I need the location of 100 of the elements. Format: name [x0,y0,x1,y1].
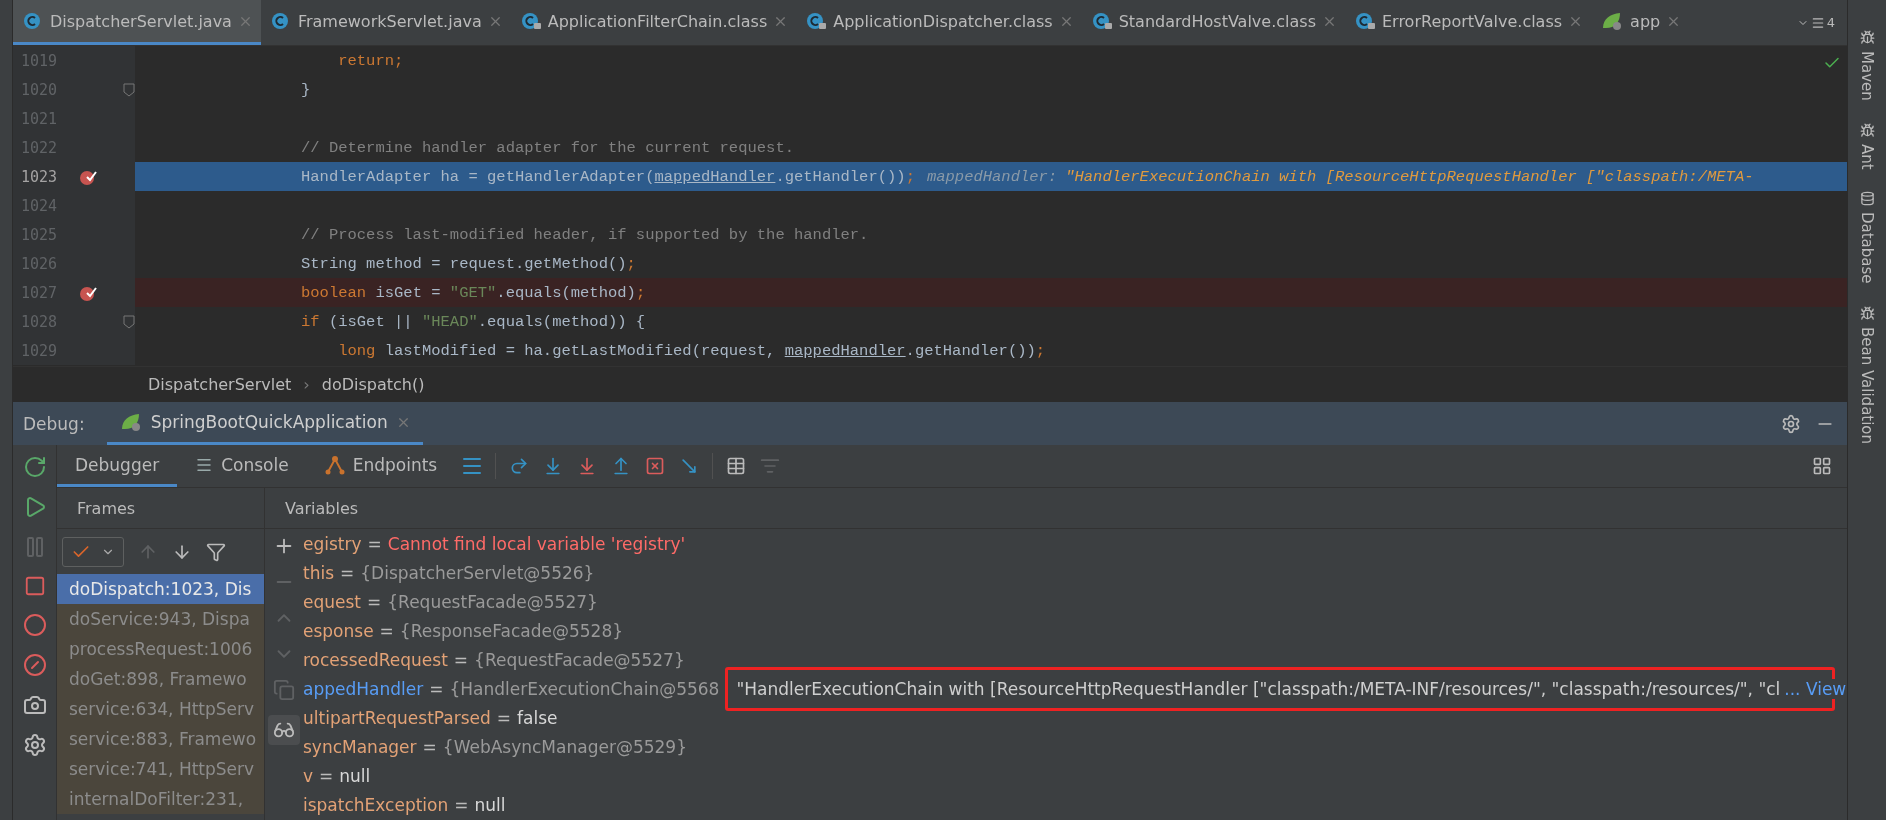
variable-value: false [517,707,558,728]
bug-icon[interactable] [1859,30,1875,45]
variable-name: esponse [303,620,374,641]
variable-name: appedHandler [303,678,424,699]
filter-icon[interactable] [206,541,226,562]
session-tab[interactable]: SpringBootQuickApplication [106,402,423,445]
class-icon [1090,10,1113,32]
fold-icon[interactable] [123,82,135,97]
mute-breakpoints-icon[interactable] [22,653,47,677]
equals-sign: = [379,620,394,641]
variable-value: {DispatcherServlet@5526} [360,562,595,583]
stack-frame[interactable]: doService:943, Dispa [57,604,264,634]
breadcrumb[interactable]: doDispatch() [321,375,425,394]
variable-value: null [339,765,371,786]
tool-window-label[interactable]: Bean Validation [1858,327,1876,445]
tab-count[interactable]: 4 [1826,15,1835,30]
stop-icon[interactable] [23,575,46,597]
equals-sign: = [454,794,469,815]
editor-tab[interactable]: ErrorReportValve.class [1345,0,1592,45]
code-text: // Determine handler adapter for the current request. [301,138,794,157]
debugger-tab[interactable]: Debugger [57,445,178,487]
code-text: HandlerAdapter ha = getHandlerAdapter(mappedHandler.getHandler()); [301,167,915,186]
editor-tab[interactable]: FrameworkServlet.java [260,0,511,45]
inline-hint-label: mappedHandler: [926,167,1058,186]
variable-value: {HandlerExecutionChain@5568 [449,678,720,699]
editor-tab[interactable]: ApplicationFilterChain.class [510,0,797,45]
variable-name: this [303,562,335,583]
variable-name: ultipartRequestParsed [303,707,491,728]
list-icon[interactable] [1810,15,1825,30]
stack-frame[interactable]: internalDoFilter:231, [57,784,264,814]
thread-dropdown[interactable] [62,536,124,567]
variable-name: v [303,765,314,786]
editor-tab[interactable]: DispatcherServlet.java [13,0,261,45]
rerun-icon[interactable] [22,455,47,479]
equals-sign: = [340,562,355,583]
settings-icon[interactable] [1781,413,1801,434]
debugger-tab[interactable]: Console [177,445,307,487]
stack-frame[interactable]: service:634, HttpServ [57,694,264,724]
variable-value: Cannot find local variable 'registry' [387,533,686,554]
editor-tab[interactable]: ApplicationDispatcher.class [796,0,1082,45]
class-icon [805,10,828,32]
fold-icon[interactable] [123,314,135,329]
class-icon [1354,10,1376,32]
panel-label: Debug: [23,413,85,434]
view-link[interactable]: ... View [1784,678,1849,699]
copy-icon[interactable] [273,679,295,701]
settings-icon[interactable] [22,733,47,757]
code-text: return; [337,51,404,70]
variable-name: egistry [303,533,362,554]
editor-tab[interactable]: app [1591,0,1690,45]
variable-value: {RequestFacade@5527} [474,649,685,670]
drop-frame-icon[interactable] [645,456,666,476]
variable-name: equest [303,591,361,612]
camera-icon[interactable] [22,693,47,717]
variable-name: syncManager [303,736,417,757]
panel-title: Variables [265,488,1847,529]
tool-window-label[interactable]: Maven [1858,51,1876,101]
equals-sign: = [319,765,334,786]
trace-icon[interactable] [760,456,781,476]
breakpoints-icon[interactable] [22,613,47,637]
variable-value: {ResponseFacade@5528} [399,620,624,641]
debugger-tab[interactable]: Endpoints [306,445,456,487]
evaluate-icon[interactable] [726,456,747,476]
equals-sign: = [453,649,469,670]
code-text: boolean isGet = "GET".equals(method); [301,283,646,302]
breadcrumb-separator: › [303,375,310,394]
variable-value: {WebAsyncManager@5529} [442,736,687,757]
database-icon[interactable] [1859,191,1875,207]
variable-value: null [474,794,506,815]
editor-tab[interactable]: StandardHostValve.class [1081,0,1345,45]
equals-sign: = [422,736,437,757]
stack-frame[interactable]: service:741, HttpServ [57,754,264,784]
equals-sign: = [367,533,382,554]
stack-frame[interactable]: doDispatch:1023, Dis [57,574,264,604]
stack-frame[interactable]: service:883, Framewo [57,724,264,754]
code-text: String method = request.getMethod(); [301,254,636,273]
code-text: // Process last-modified header, if supported by the handler. [301,225,869,244]
glasses-icon[interactable] [268,715,300,745]
code-text: long lastModified = ha.getLastModified(request, mappedHandler.getHandler()); [337,341,1046,360]
tool-window-label[interactable]: Ant [1858,143,1876,170]
tool-window-label[interactable]: Database [1858,212,1876,284]
bug-icon[interactable] [1859,306,1875,321]
step-over-icon[interactable] [509,456,530,476]
equals-sign: = [429,678,444,699]
code-text: } [301,80,311,99]
stack-frame[interactable]: processRequest:1006 [57,634,264,664]
variable-value: {RequestFacade@5527} [387,591,598,612]
class-icon [519,10,542,32]
line-number: 1023 [20,167,59,186]
bug-icon[interactable] [1859,122,1875,138]
equals-sign: = [496,707,512,728]
equals-sign: = [367,591,382,612]
panel-title: Frames [57,488,264,529]
stack-frame[interactable]: doGet:898, Framewo [57,664,264,694]
nodes-icon [324,454,345,475]
breadcrumb[interactable]: DispatcherServlet [148,375,292,394]
layout-icon[interactable] [1812,456,1832,476]
variable-name: ispatchException [303,794,449,815]
inline-hint-value: "HandlerExecutionChain with [ResourceHttpRequestHandler ["classpath:/META- [1065,167,1754,186]
code-text: if (isGet || "HEAD".equals(method)) { [301,312,646,331]
